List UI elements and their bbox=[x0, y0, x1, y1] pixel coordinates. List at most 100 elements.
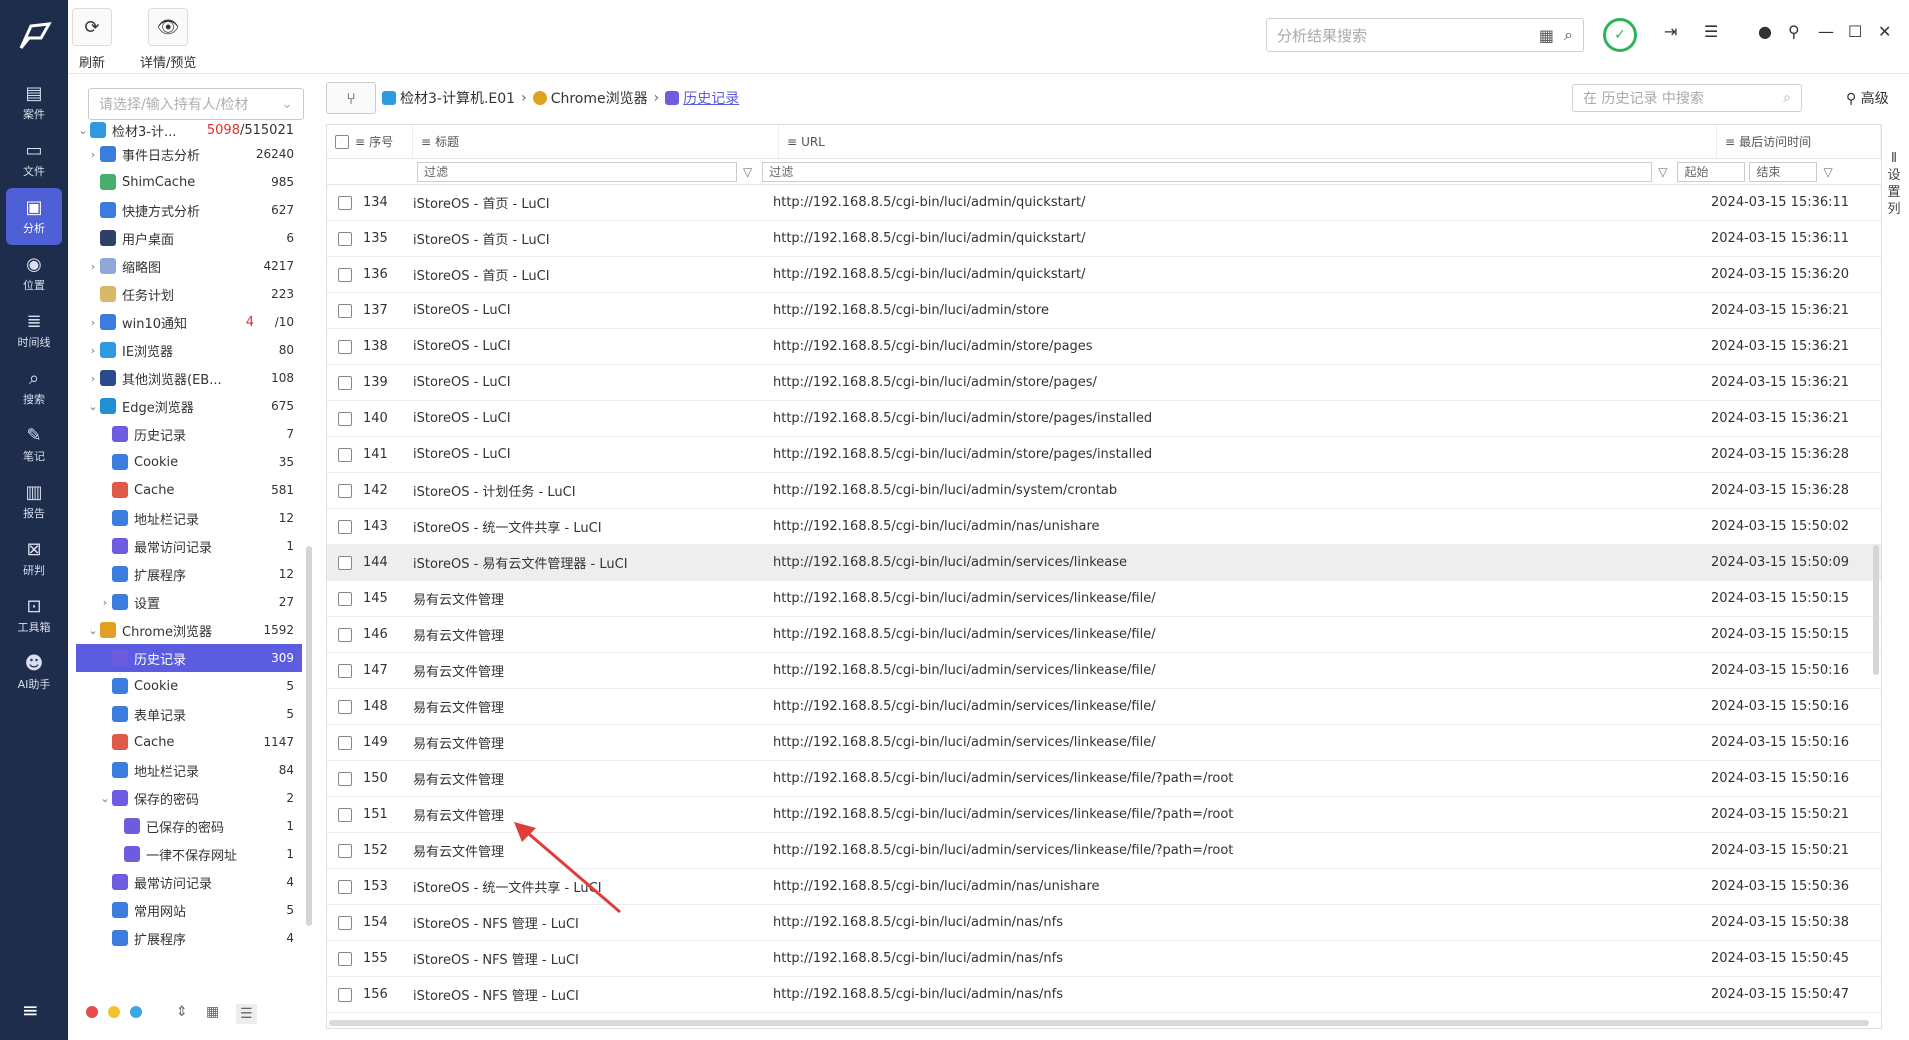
row-checkbox[interactable] bbox=[338, 447, 352, 462]
row-checkbox[interactable] bbox=[338, 483, 352, 498]
breadcrumb-item-evidence[interactable]: 检材3-计算机.E01 bbox=[400, 88, 515, 108]
row-checkbox[interactable] bbox=[338, 231, 352, 246]
select-all-checkbox[interactable] bbox=[335, 134, 349, 149]
url-filter-input[interactable]: 过滤 bbox=[762, 161, 1653, 182]
breadcrumb-item-chrome[interactable]: Chrome浏览器 bbox=[551, 88, 648, 108]
user-icon[interactable]: ● bbox=[1758, 22, 1772, 41]
history-search-input[interactable]: 在 历史记录 中搜索 ⌕ bbox=[1572, 84, 1802, 112]
rail-item-0[interactable]: ▤ 案件 bbox=[0, 74, 68, 131]
table-row[interactable]: 137 iStoreOS - LuCI http://192.168.8.5/cgi… bbox=[327, 293, 1881, 329]
tree-item[interactable]: 历史记录 7 bbox=[76, 420, 302, 448]
detail-preview-button[interactable]: 👁 详情/预览 bbox=[140, 8, 196, 71]
tree-expander-icon[interactable]: › bbox=[98, 596, 112, 609]
table-row[interactable]: 144 iStoreOS - 易有云文件管理器 - LuCI http://192.… bbox=[327, 545, 1881, 581]
rail-item-1[interactable]: ▭ 文件 bbox=[0, 131, 68, 188]
row-checkbox[interactable] bbox=[338, 267, 352, 282]
tree-expander-icon[interactable]: ⌄ bbox=[98, 792, 112, 805]
table-row[interactable]: 156 iStoreOS - NFS 管理 - LuCI http://192.16… bbox=[327, 977, 1881, 1013]
filter-funnel-icon[interactable]: ▽ bbox=[743, 165, 752, 179]
tree-item[interactable]: ⌄ 保存的密码 2 bbox=[76, 784, 302, 812]
branch-icon[interactable]: ⑂ bbox=[326, 82, 376, 114]
tree-item[interactable]: › win10通知 4/10 bbox=[76, 308, 302, 336]
rail-item-10[interactable]: ☻ AI助手 bbox=[0, 644, 68, 701]
tree-item[interactable]: 扩展程序 4 bbox=[76, 924, 302, 952]
search-icon[interactable]: ⌕ bbox=[1564, 25, 1573, 45]
table-row[interactable]: 141 iStoreOS - LuCI http://192.168.8.5/cgi… bbox=[327, 437, 1881, 473]
tree-item[interactable]: 用户桌面 6 bbox=[76, 224, 302, 252]
tree-expander-icon[interactable]: › bbox=[86, 344, 100, 357]
table-row[interactable]: 148 易有云文件管理 http://192.168.8.5/cgi-bin/luc… bbox=[327, 689, 1881, 725]
tree-expander-icon[interactable]: ⌄ bbox=[86, 624, 100, 637]
tree-item[interactable]: 一律不保存网址 1 bbox=[76, 840, 302, 868]
table-row[interactable]: 139 iStoreOS - LuCI http://192.168.8.5/cgi… bbox=[327, 365, 1881, 401]
filter-funnel-icon[interactable]: ▽ bbox=[1823, 165, 1832, 179]
row-checkbox[interactable] bbox=[338, 303, 352, 318]
tree-item[interactable]: 已保存的密码 1 bbox=[76, 812, 302, 840]
row-checkbox[interactable] bbox=[338, 771, 352, 786]
table-row[interactable]: 134 iStoreOS - 首页 - LuCI http://192.168.8.… bbox=[327, 185, 1881, 221]
export-icon[interactable]: ⇥ bbox=[1664, 22, 1677, 41]
tree-item[interactable]: 最常访问记录 1 bbox=[76, 532, 302, 560]
hamburger-menu-icon[interactable]: ≡ bbox=[22, 998, 39, 1022]
tree-item[interactable]: 历史记录 309 bbox=[76, 644, 302, 672]
row-checkbox[interactable] bbox=[338, 195, 352, 210]
row-checkbox[interactable] bbox=[338, 411, 352, 426]
analysis-search-input[interactable]: 分析结果搜索 ▦ ⌕ bbox=[1266, 18, 1584, 52]
rail-item-8[interactable]: ⊠ 研判 bbox=[0, 530, 68, 587]
time-start-input[interactable]: 起始 bbox=[1677, 161, 1746, 182]
tree-item[interactable]: › 事件日志分析 26240 bbox=[76, 140, 302, 168]
tree-item[interactable]: 地址栏记录 12 bbox=[76, 504, 302, 532]
tree-item[interactable]: 任务计划 223 bbox=[76, 280, 302, 308]
tree-item[interactable]: › 设置 27 bbox=[76, 588, 302, 616]
row-checkbox[interactable] bbox=[338, 339, 352, 354]
row-checkbox[interactable] bbox=[338, 987, 352, 1002]
tree-item[interactable]: 地址栏记录 84 bbox=[76, 756, 302, 784]
table-row[interactable]: 147 易有云文件管理 http://192.168.8.5/cgi-bin/luc… bbox=[327, 653, 1881, 689]
task-notification-icon[interactable]: ☰ bbox=[1704, 22, 1718, 41]
filter-funnel-icon[interactable]: ▽ bbox=[1658, 165, 1667, 179]
breadcrumb-item-history[interactable]: 历史记录 bbox=[683, 88, 739, 108]
table-row[interactable]: 140 iStoreOS - LuCI http://192.168.8.5/cgi… bbox=[327, 401, 1881, 437]
rail-item-4[interactable]: ≣ 时间线 bbox=[0, 302, 68, 359]
chevron-down-icon[interactable]: ⌄ bbox=[76, 124, 90, 137]
tree-item[interactable]: ⌄ Chrome浏览器 1592 bbox=[76, 616, 302, 644]
column-settings-tab[interactable]: ⦀ 设置列 bbox=[1886, 150, 1902, 218]
tree-expander-icon[interactable]: › bbox=[86, 316, 100, 329]
red-tag-dot[interactable] bbox=[86, 1006, 98, 1018]
tree-expander-icon[interactable]: › bbox=[86, 260, 100, 273]
tree-expander-icon[interactable]: › bbox=[86, 372, 100, 385]
blue-tag-dot[interactable] bbox=[130, 1006, 142, 1018]
yellow-tag-dot[interactable] bbox=[108, 1006, 120, 1018]
tree-item[interactable]: 扩展程序 12 bbox=[76, 560, 302, 588]
tree-expander-icon[interactable]: ⌄ bbox=[86, 400, 100, 413]
tree-scrollbar[interactable] bbox=[306, 546, 312, 926]
table-row[interactable]: 138 iStoreOS - LuCI http://192.168.8.5/cgi… bbox=[327, 329, 1881, 365]
header-title[interactable]: ≡ 标题 bbox=[413, 125, 779, 158]
tree-item[interactable]: 表单记录 5 bbox=[76, 700, 302, 728]
tree-item[interactable]: Cookie 5 bbox=[76, 672, 302, 700]
tree-item[interactable]: 最常访问记录 4 bbox=[76, 868, 302, 896]
tree-item[interactable]: 快捷方式分析 627 bbox=[76, 196, 302, 224]
row-checkbox[interactable] bbox=[338, 591, 352, 606]
tree-item[interactable]: › IE浏览器 80 bbox=[76, 336, 302, 364]
table-row[interactable]: 150 易有云文件管理 http://192.168.8.5/cgi-bin/luc… bbox=[327, 761, 1881, 797]
table-row[interactable]: 146 易有云文件管理 http://192.168.8.5/cgi-bin/luc… bbox=[327, 617, 1881, 653]
tree-item[interactable]: Cache 581 bbox=[76, 476, 302, 504]
shield-status-icon[interactable]: ✓ bbox=[1603, 18, 1637, 52]
table-row[interactable]: 145 易有云文件管理 http://192.168.8.5/cgi-bin/luc… bbox=[327, 581, 1881, 617]
tree-expander-icon[interactable]: › bbox=[86, 148, 100, 161]
search-icon[interactable]: ⌕ bbox=[1783, 90, 1791, 106]
collapse-icon[interactable]: ⇕ bbox=[176, 1004, 188, 1020]
tree-item[interactable]: Cookie 35 bbox=[76, 448, 302, 476]
minimize-icon[interactable]: — bbox=[1818, 22, 1834, 41]
table-row[interactable]: 136 iStoreOS - 首页 - LuCI http://192.168.8.… bbox=[327, 257, 1881, 293]
tree-item[interactable]: ShimCache 985 bbox=[76, 168, 302, 196]
row-checkbox[interactable] bbox=[338, 627, 352, 642]
tree-item[interactable]: › 缩略图 4217 bbox=[76, 252, 302, 280]
close-icon[interactable]: ✕ bbox=[1878, 22, 1891, 41]
tree-item[interactable]: ⌄ Edge浏览器 675 bbox=[76, 392, 302, 420]
row-checkbox[interactable] bbox=[338, 915, 352, 930]
row-checkbox[interactable] bbox=[338, 519, 352, 534]
rail-item-9[interactable]: ⊡ 工具箱 bbox=[0, 587, 68, 644]
row-checkbox[interactable] bbox=[338, 699, 352, 714]
